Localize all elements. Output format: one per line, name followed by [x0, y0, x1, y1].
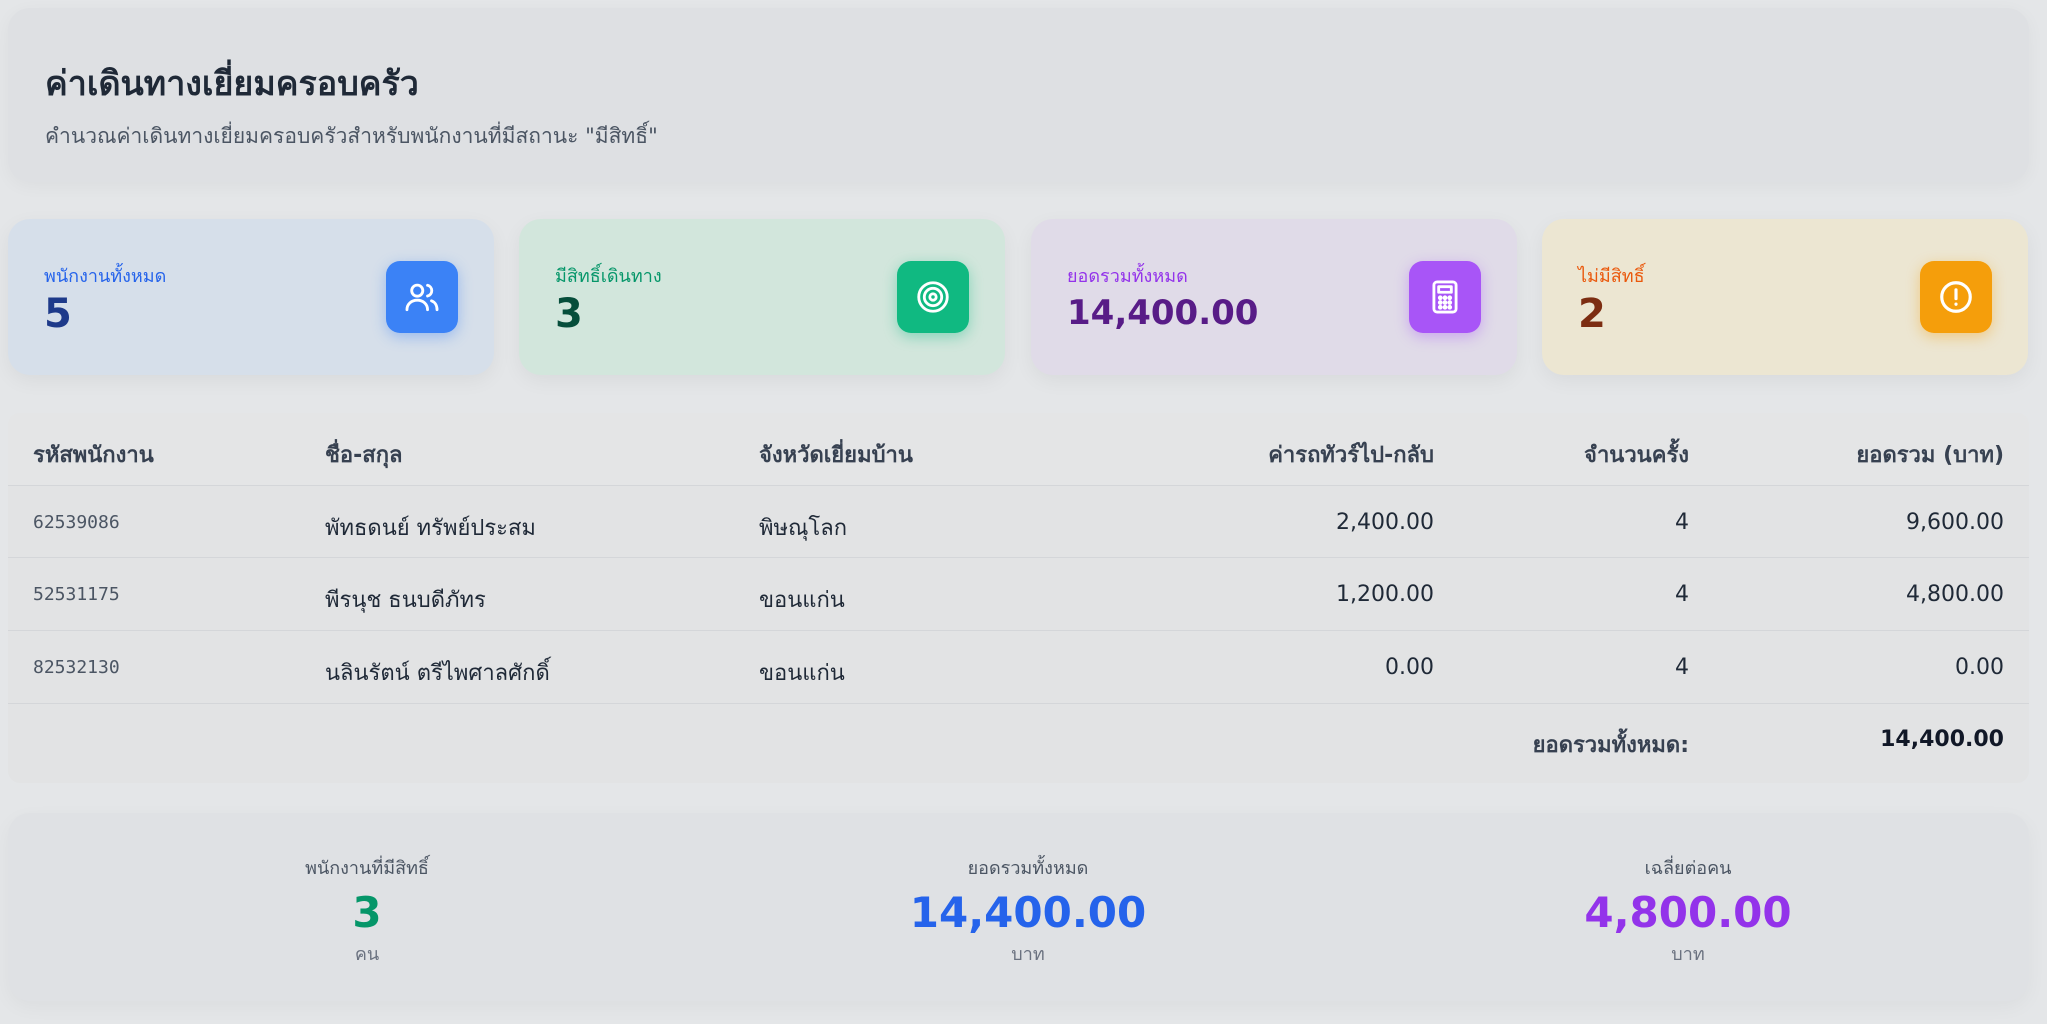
employee-id: 62539086: [33, 512, 120, 533]
column-header-count[interactable]: จำนวนครั้ง: [1584, 437, 1689, 472]
employee-name: พัทธดนย์ ทรัพย์ประสม: [325, 516, 536, 541]
employee-id: 82532130: [33, 657, 120, 678]
column-header-id[interactable]: รหัสพนักงาน: [33, 437, 154, 472]
trip-count: 4: [1675, 582, 1689, 607]
page: ค่าเดินทางเยี่ยมครอบครัว คำนวณค่าเดินทาง…: [0, 0, 2047, 1024]
table-header: รหัสพนักงาน ชื่อ-สกุล จังหวัดเยี่ยมบ้าน …: [8, 413, 2029, 485]
calculator-icon: [1409, 261, 1481, 333]
summary-eligible: พนักงานที่มีสิทธิ์ 3 คน: [157, 853, 577, 968]
row-total: 4,800.00: [1906, 582, 2004, 607]
column-header-name[interactable]: ชื่อ-สกุล: [325, 437, 403, 472]
page-subtitle: คำนวณค่าเดินทางเยี่ยมครอบครัวสำหรับพนักง…: [45, 124, 658, 148]
stat-card-grand-total: ยอดรวมทั้งหมด 14,400.00: [1031, 219, 1517, 375]
summary-value: 14,400.00: [909, 888, 1147, 937]
summary-label: ยอดรวมทั้งหมด: [967, 858, 1089, 879]
table-row[interactable]: 82532130 นลินรัตน์ ตรีไพศาลศักดิ์ ขอนแก่…: [8, 631, 2029, 704]
page-header: ค่าเดินทางเยี่ยมครอบครัว คำนวณค่าเดินทาง…: [8, 8, 2029, 182]
stat-label: มีสิทธิ์เดินทาง: [555, 266, 662, 287]
trip-count: 4: [1675, 655, 1689, 680]
stat-value: 14,400.00: [1067, 293, 1259, 333]
summary-total: ยอดรวมทั้งหมด 14,400.00 บาท: [818, 853, 1238, 968]
summary-value: 3: [352, 888, 382, 937]
page-title: ค่าเดินทางเยี่ยมครอบครัว: [45, 64, 419, 104]
summary-unit: คน: [354, 944, 380, 965]
employee-name: นลินรัตน์ ตรีไพศาลศักดิ์: [325, 661, 550, 686]
summary-panel: พนักงานที่มีสิทธิ์ 3 คน ยอดรวมทั้งหมด 14…: [8, 813, 2029, 1001]
summary-label: พนักงานที่มีสิทธิ์: [305, 858, 429, 879]
stat-value: 2: [1578, 291, 1606, 337]
employee-id: 52531175: [33, 584, 120, 605]
target-icon: [897, 261, 969, 333]
grand-total-value: 14,400.00: [1880, 727, 2004, 752]
alert-circle-icon: [1920, 261, 1992, 333]
grand-total-label: ยอดรวมทั้งหมด:: [1532, 733, 1689, 758]
bus-fare: 0.00: [1385, 655, 1434, 680]
stat-value: 3: [555, 291, 583, 337]
stat-label: ยอดรวมทั้งหมด: [1067, 266, 1188, 287]
summary-value: 4,800.00: [1584, 888, 1792, 937]
stat-label: ไม่มีสิทธิ์: [1578, 266, 1645, 287]
stat-card-eligible: มีสิทธิ์เดินทาง 3: [519, 219, 1005, 375]
row-total: 0.00: [1955, 655, 2004, 680]
stat-card-total-employees: พนักงานทั้งหมด 5: [8, 219, 494, 375]
column-header-fare[interactable]: ค่ารถทัวร์ไป-กลับ: [1268, 437, 1434, 472]
summary-unit: บาท: [1011, 944, 1045, 965]
employee-name: พีรนุช ธนบดีภัทร: [325, 588, 486, 613]
summary-label: เฉลี่ยต่อคน: [1644, 858, 1732, 879]
province: ขอนแก่น: [759, 661, 845, 686]
trip-count: 4: [1675, 510, 1689, 535]
row-total: 9,600.00: [1906, 510, 2004, 535]
table-row[interactable]: 62539086 พัทธดนย์ ทรัพย์ประสม พิษณุโลก 2…: [8, 485, 2029, 558]
summary-average: เฉลี่ยต่อคน 4,800.00 บาท: [1478, 853, 1898, 968]
province: ขอนแก่น: [759, 588, 845, 613]
summary-unit: บาท: [1671, 944, 1705, 965]
stat-card-ineligible: ไม่มีสิทธิ์ 2: [1542, 219, 2028, 375]
column-header-province[interactable]: จังหวัดเยี่ยมบ้าน: [759, 437, 913, 472]
stat-value: 5: [44, 291, 72, 337]
table-footer: ยอดรวมทั้งหมด: 14,400.00: [8, 705, 2029, 783]
column-header-total[interactable]: ยอดรวม (บาท): [1856, 437, 2004, 472]
table-row[interactable]: 52531175 พีรนุช ธนบดีภัทร ขอนแก่น 1,200.…: [8, 558, 2029, 631]
users-icon: [386, 261, 458, 333]
province: พิษณุโลก: [759, 516, 848, 541]
stat-label: พนักงานทั้งหมด: [44, 266, 167, 287]
bus-fare: 1,200.00: [1336, 582, 1434, 607]
bus-fare: 2,400.00: [1336, 510, 1434, 535]
travel-expense-table: รหัสพนักงาน ชื่อ-สกุล จังหวัดเยี่ยมบ้าน …: [8, 413, 2029, 783]
